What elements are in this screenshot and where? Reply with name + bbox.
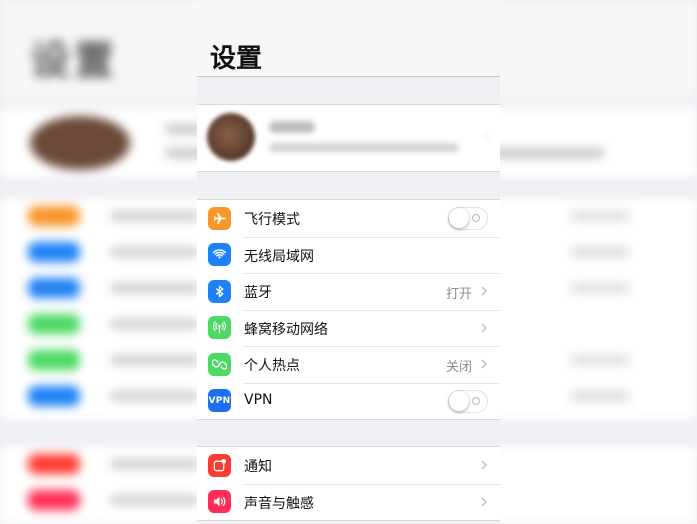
- nav-bar: 设置: [197, 0, 500, 77]
- toggle-off-indicator: [472, 214, 480, 222]
- airplane-mode-toggle[interactable]: [448, 207, 488, 230]
- notifications-group: 通知 声音与触感: [197, 446, 500, 521]
- profile-row[interactable]: ›: [197, 104, 500, 172]
- chevron-right-icon: [481, 496, 488, 507]
- settings-row-bluetooth[interactable]: 蓝牙 打开: [197, 273, 500, 310]
- row-label: 通知: [244, 459, 272, 475]
- settings-row-airplane-mode[interactable]: 飞行模式: [197, 200, 500, 237]
- wifi-icon: [208, 243, 231, 266]
- notifications-icon: [208, 453, 231, 477]
- row-label: 飞行模式: [244, 212, 300, 228]
- profile-subtitle-blurred: [269, 143, 459, 152]
- settings-row-sounds[interactable]: 声音与触感: [197, 483, 500, 521]
- settings-row-notifications[interactable]: 通知: [197, 447, 500, 484]
- chevron-right-icon: [481, 286, 488, 296]
- toggle-off-indicator: [472, 396, 480, 405]
- bluetooth-status: 打开: [445, 287, 472, 302]
- row-label: 个人热点: [244, 358, 300, 374]
- row-label: 蜂窝移动网络: [244, 321, 328, 338]
- airplane-icon: [208, 206, 231, 230]
- row-label: 无线局域网: [244, 248, 314, 265]
- settings-row-personal-hotspot[interactable]: 个人热点 关闭: [197, 346, 500, 383]
- bg-title: 设置: [30, 38, 118, 84]
- profile-name-blurred: [269, 121, 315, 133]
- hotspot-icon: [208, 352, 231, 376]
- avatar: [207, 113, 255, 161]
- toggle-knob: [449, 390, 469, 411]
- chevron-right-icon: [481, 460, 488, 470]
- page-title: 设置: [210, 44, 263, 74]
- settings-row-wifi[interactable]: 无线局域网: [197, 236, 500, 274]
- toggle-knob: [449, 208, 469, 228]
- chevron-right-icon: [481, 359, 488, 369]
- vpn-toggle[interactable]: [448, 389, 488, 413]
- settings-row-cellular[interactable]: 蜂窝移动网络: [197, 309, 500, 347]
- bg-avatar: [30, 116, 130, 170]
- hotspot-status: 关闭: [445, 360, 472, 375]
- cellular-icon: [208, 316, 231, 339]
- bluetooth-icon: [208, 279, 231, 303]
- row-label: 蓝牙: [244, 285, 272, 301]
- connectivity-group: 飞行模式 无线局域网 蓝牙 打开 蜂窝移动网络 个人热点 关闭 VPN VPN: [197, 199, 500, 420]
- sound-icon: [208, 490, 231, 513]
- row-label: VPN: [244, 391, 273, 408]
- chevron-right-icon: ›: [484, 129, 490, 145]
- vpn-icon: VPN: [208, 389, 231, 412]
- row-label: 声音与触感: [244, 495, 314, 512]
- settings-panel: 设置 › 飞行模式 无线局域网 蓝牙 打开 蜂窝移动网络 个人热点 关闭 VPN…: [197, 0, 500, 524]
- chevron-right-icon: [481, 322, 488, 333]
- settings-row-vpn[interactable]: VPN VPN: [197, 382, 500, 420]
